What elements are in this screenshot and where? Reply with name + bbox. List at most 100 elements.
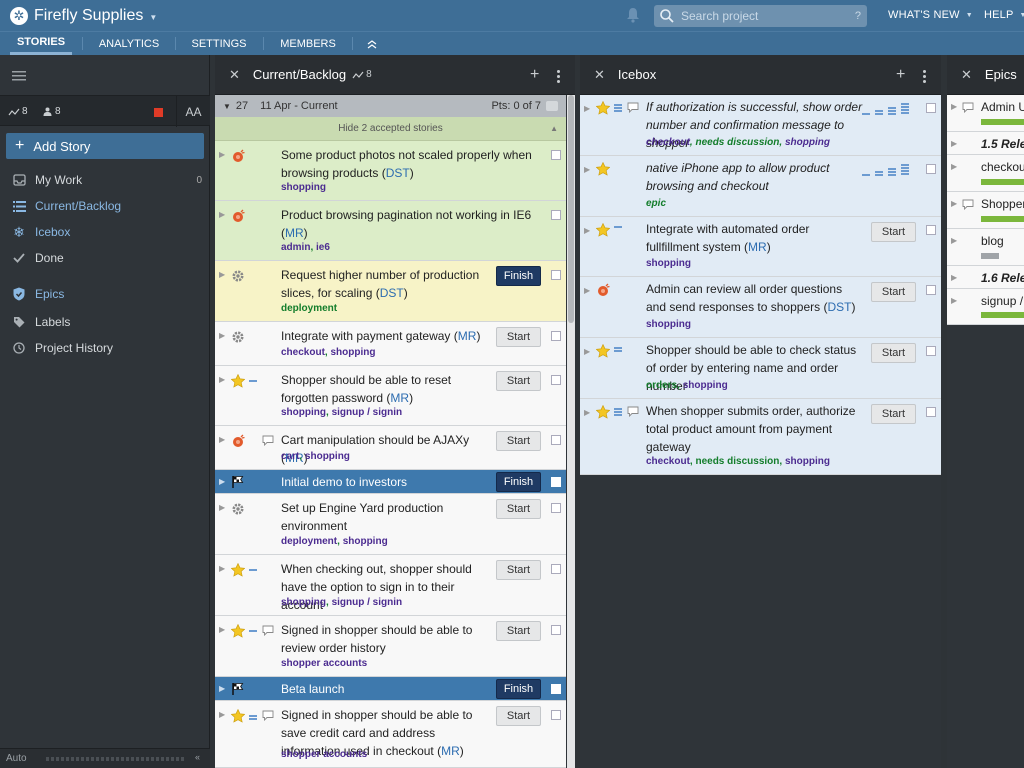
label-link[interactable]: orders — [646, 380, 677, 391]
epic-row[interactable]: ▶ blog — [947, 229, 1024, 266]
expand-story-icon[interactable]: ▶ — [584, 226, 590, 235]
label-link[interactable]: cart — [281, 451, 299, 462]
story-owner-link[interactable]: MR — [390, 391, 409, 405]
panel-width-slider[interactable] — [46, 757, 186, 761]
story-owner-link[interactable]: MR — [748, 240, 767, 254]
epic-row[interactable]: ▶ Admin U — [947, 95, 1024, 132]
story-row[interactable]: ▶ When checking out, shopper should have … — [215, 555, 566, 616]
label-link[interactable]: needs discussion — [695, 456, 779, 467]
finish-button[interactable]: Finish — [496, 472, 541, 492]
whats-new-menu[interactable]: WHAT'S NEW ▼ — [888, 9, 973, 21]
collapse-sidebar-icon[interactable]: « — [195, 752, 200, 762]
expand-story-icon[interactable]: ▶ — [219, 684, 225, 693]
estimate-5-point-icon[interactable] — [901, 103, 909, 115]
story-row[interactable]: ▶ Integrate with payment gateway (MR) chec… — [215, 322, 566, 366]
icebox-story-row[interactable]: ▶ Admin can review all order questions an… — [580, 277, 941, 338]
label-link[interactable]: shopping — [281, 597, 326, 608]
project-menu-chevron-icon[interactable]: ▼ — [149, 13, 157, 22]
story-select-checkbox[interactable] — [551, 477, 561, 487]
estimate-2-point-icon[interactable] — [875, 110, 883, 115]
epic-row[interactable]: ▶ checkout — [947, 155, 1024, 192]
estimate-1-point-icon[interactable] — [862, 174, 870, 176]
expand-epic-icon[interactable]: ▶ — [951, 139, 957, 148]
story-row[interactable]: ▶ Signed in shopper should be able to sav… — [215, 701, 566, 768]
estimate-1-point-icon[interactable] — [862, 113, 870, 115]
label-link[interactable]: checkout — [646, 456, 690, 467]
expand-story-icon[interactable]: ▶ — [219, 375, 225, 384]
icebox-story-row[interactable]: ▶ native iPhone app to allow product brow… — [580, 156, 941, 217]
sidebar-item-icebox[interactable]: ❄ Icebox — [12, 223, 202, 241]
help-menu[interactable]: HELP ▼ — [984, 9, 1024, 21]
expand-story-icon[interactable]: ▶ — [219, 435, 225, 444]
close-panel-icon[interactable]: ✕ — [229, 67, 240, 83]
label-link[interactable]: shopping — [646, 319, 691, 330]
add-story-button[interactable]: + Add Story — [6, 133, 204, 159]
start-button[interactable]: Start — [871, 404, 916, 424]
release-marker[interactable]: ▶ Initial demo to investors Finish — [215, 470, 566, 494]
story-select-checkbox[interactable] — [551, 375, 561, 385]
story-select-checkbox[interactable] — [551, 270, 561, 280]
story-select-checkbox[interactable] — [551, 564, 561, 574]
estimate-3-point-icon[interactable] — [888, 168, 896, 176]
label-link[interactable]: ie6 — [316, 242, 330, 253]
story-select-checkbox[interactable] — [551, 210, 561, 220]
tab-settings[interactable]: SETTINGS — [186, 32, 252, 55]
expand-story-icon[interactable]: ▶ — [219, 503, 225, 512]
story-select-checkbox[interactable] — [551, 684, 561, 694]
estimate-5-point-icon[interactable] — [901, 164, 909, 176]
epic-row[interactable]: ▶ 1.6 Relea — [947, 266, 1024, 289]
expand-story-icon[interactable]: ▶ — [219, 625, 225, 634]
story-row[interactable]: ▶ Cart manipulation should be AJAXy (MR) c… — [215, 426, 566, 470]
scrollbar-thumb[interactable] — [568, 95, 574, 323]
sidebar-item-project-history[interactable]: Project History — [12, 339, 202, 357]
story-row[interactable]: ▶ Shopper should be able to reset forgott… — [215, 366, 566, 426]
story-select-checkbox[interactable] — [926, 346, 936, 356]
story-select-checkbox[interactable] — [551, 331, 561, 341]
icebox-story-row[interactable]: ▶ When shopper submits order, authorize t… — [580, 399, 941, 475]
expand-story-icon[interactable]: ▶ — [219, 331, 225, 340]
label-link[interactable]: deployment — [281, 303, 337, 314]
label-link[interactable]: shopper accounts — [281, 749, 367, 760]
search-input[interactable]: Search project — [681, 9, 855, 23]
label-link[interactable]: signup / signin — [332, 597, 403, 608]
label-link[interactable]: deployment — [281, 536, 337, 547]
story-row[interactable]: ▶ Request higher number of production sli… — [215, 261, 566, 322]
story-owner-link[interactable]: MR — [285, 226, 304, 240]
story-owner-link[interactable]: DST — [827, 300, 851, 314]
story-row[interactable]: ▶ Set up Engine Yard production environme… — [215, 494, 566, 555]
tab-stories[interactable]: STORIES — [10, 32, 72, 55]
expand-story-icon[interactable]: ▶ — [219, 477, 225, 486]
epic-row[interactable]: ▶ Shopper — [947, 192, 1024, 229]
story-select-checkbox[interactable] — [926, 103, 936, 113]
start-button[interactable]: Start — [496, 560, 541, 580]
expand-epic-icon[interactable]: ▶ — [951, 199, 957, 208]
expand-story-icon[interactable]: ▶ — [584, 104, 590, 113]
label-link[interactable]: admin — [281, 242, 310, 253]
start-button[interactable]: Start — [496, 431, 541, 451]
notifications-bell-icon[interactable] — [626, 7, 640, 23]
expand-story-icon[interactable]: ▶ — [219, 270, 225, 279]
label-link[interactable]: shopping — [785, 137, 830, 148]
estimate-picker[interactable] — [862, 164, 918, 176]
story-select-checkbox[interactable] — [551, 435, 561, 445]
sidebar-item-labels[interactable]: Labels — [12, 313, 202, 331]
label-link[interactable]: shopping — [785, 456, 830, 467]
expand-story-icon[interactable]: ▶ — [219, 710, 225, 719]
expand-epic-icon[interactable]: ▶ — [951, 162, 957, 171]
tab-analytics[interactable]: ANALYTICS — [92, 32, 166, 55]
start-button[interactable]: Start — [496, 327, 541, 347]
start-button[interactable]: Start — [496, 621, 541, 641]
sidebar-item-done[interactable]: Done — [12, 249, 202, 267]
finish-button[interactable]: Finish — [496, 266, 541, 286]
iteration-header[interactable]: ▼ 27 11 Apr - Current Pts: 0 of 7 — [215, 95, 566, 117]
start-button[interactable]: Start — [496, 499, 541, 519]
sidebar-item-epics[interactable]: Epics — [12, 285, 202, 303]
iteration-toggle-icon[interactable] — [546, 101, 558, 111]
expand-story-icon[interactable]: ▶ — [584, 408, 590, 417]
story-row[interactable]: ▶ Signed in shopper should be able to rev… — [215, 616, 566, 677]
expand-epic-icon[interactable]: ▶ — [951, 236, 957, 245]
project-title[interactable]: Firefly Supplies — [34, 7, 143, 25]
story-select-checkbox[interactable] — [551, 710, 561, 720]
icebox-story-row[interactable]: ▶ If authorization is successful, show or… — [580, 95, 941, 156]
search-box[interactable]: Search project ? — [654, 5, 867, 27]
